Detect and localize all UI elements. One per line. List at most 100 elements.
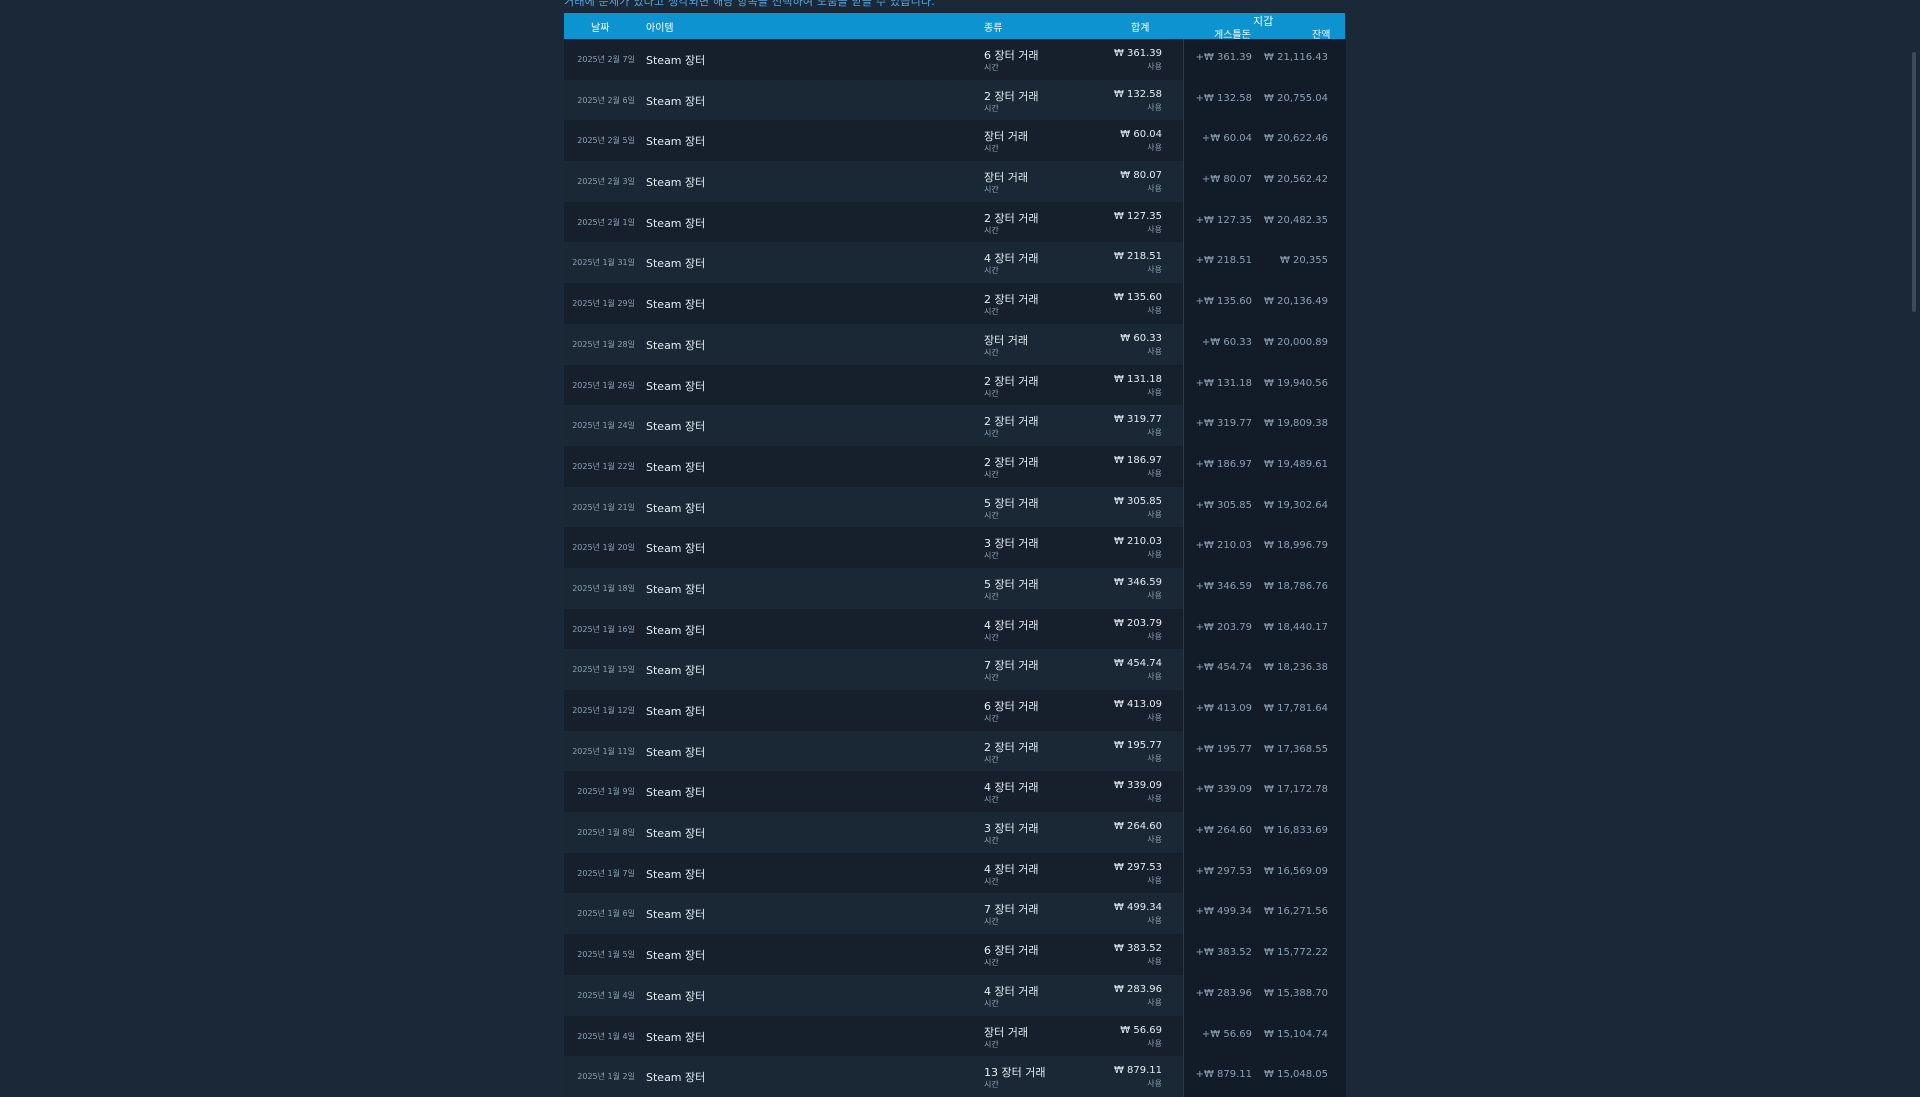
row-total-sub: 사용 <box>1147 224 1162 234</box>
row-wallet-change: +₩ 60.04 <box>1201 133 1252 145</box>
table-row[interactable]: 2025년 1월 21일 Steam 장터 5 장터 거래 시간 ₩ 305.85 사용 +… <box>564 486 1346 528</box>
row-wallet-balance: ₩ 15,048.05 <box>1264 1069 1328 1081</box>
row-wallet-balance: ₩ 19,809.38 <box>1264 418 1328 430</box>
table-row[interactable]: 2025년 1월 18일 Steam 장터 5 장터 거래 시간 ₩ 346.59 사용 +… <box>564 567 1346 609</box>
row-total-sub: 사용 <box>1147 957 1162 967</box>
table-row[interactable]: 2025년 1월 24일 Steam 장터 2 장터 거래 시간 ₩ 319.77 사용 +… <box>564 405 1346 446</box>
row-total: ₩ 203.79 <box>1113 617 1162 629</box>
row-total-sub: 사용 <box>1147 387 1162 397</box>
row-item-name: Steam 장터 <box>646 542 706 556</box>
table-row[interactable]: 2025년 2월 3일 Steam 장터 장터 거래 시간 ₩ 80.07 사용 +₩ 80… <box>564 161 1346 202</box>
row-wallet-balance: ₩ 20,482.35 <box>1264 214 1328 226</box>
table-row[interactable]: 2025년 2월 7일 Steam 장터 6 장터 거래 시간 ₩ 361.39 사용 +₩… <box>564 39 1346 80</box>
row-type-sub: 시간 <box>984 103 999 113</box>
table-row[interactable]: 2025년 2월 5일 Steam 장터 장터 거래 시간 ₩ 60.04 사용 +₩ 60… <box>564 120 1346 162</box>
row-total-sub: 사용 <box>1147 550 1162 560</box>
row-wallet-balance: ₩ 15,772.22 <box>1264 947 1328 959</box>
row-total: ₩ 264.60 <box>1113 821 1162 833</box>
row-type-sub: 시간 <box>984 266 999 276</box>
row-total: ₩ 186.97 <box>1113 454 1162 466</box>
table-row[interactable]: 2025년 1월 8일 Steam 장터 3 장터 거래 시간 ₩ 264.60 사용 +₩… <box>564 812 1346 853</box>
row-type-sub: 시간 <box>984 958 999 968</box>
row-type: 13 장터 거래 <box>984 1066 1046 1080</box>
table-row[interactable]: 2025년 1월 16일 Steam 장터 4 장터 거래 시간 ₩ 203.79 사용 +… <box>564 608 1346 650</box>
row-wallet-balance: ₩ 18,996.79 <box>1264 540 1328 552</box>
row-type: 4 장터 거래 <box>984 252 1039 266</box>
row-total-sub: 사용 <box>1147 306 1162 316</box>
header-wallet: 지갑 <box>1253 15 1274 28</box>
table-row[interactable]: 2025년 1월 15일 Steam 장터 7 장터 거래 시간 ₩ 454.74 사용 +… <box>564 649 1346 690</box>
row-type: 4 장터 거래 <box>984 862 1039 876</box>
row-wallet-change: +₩ 297.53 <box>1195 865 1252 877</box>
table-row[interactable]: 2025년 1월 9일 Steam 장터 4 장터 거래 시간 ₩ 339.09 사용 +₩… <box>564 771 1346 813</box>
table-row[interactable]: 2025년 1월 28일 Steam 장터 장터 거래 시간 ₩ 60.33 사용 +₩ 6… <box>564 323 1346 365</box>
table-header: 날짜 아이템 종류 합계 지갑 게스틀돈 잔액 <box>564 13 1345 41</box>
row-wallet-change: +₩ 127.35 <box>1195 214 1252 226</box>
row-wallet-balance: ₩ 16,271.56 <box>1264 906 1328 918</box>
row-date: 2025년 2월 5일 <box>577 136 635 146</box>
row-total: ₩ 195.77 <box>1113 739 1162 751</box>
row-type: 4 장터 거래 <box>984 618 1039 632</box>
row-type: 2 장터 거래 <box>984 211 1039 225</box>
row-item-name: Steam 장터 <box>646 705 706 718</box>
row-type: 5 장터 거래 <box>984 496 1039 510</box>
row-type: 장터 거래 <box>984 333 1028 347</box>
table-row[interactable]: 2025년 1월 22일 Steam 장터 2 장터 거래 시간 ₩ 186.97 사용 +… <box>564 445 1346 487</box>
row-item-name: Steam 장터 <box>646 1030 706 1044</box>
table-row[interactable]: 2025년 1월 26일 Steam 장터 2 장터 거래 시간 ₩ 131.18 사용 +… <box>564 364 1346 406</box>
row-type-sub: 시간 <box>984 347 999 357</box>
row-total: ₩ 297.53 <box>1113 861 1162 873</box>
table-row[interactable]: 2025년 1월 5일 Steam 장터 6 장터 거래 시간 ₩ 383.52 사용 +₩… <box>564 934 1346 975</box>
row-total-sub: 사용 <box>1147 835 1162 845</box>
row-item-name: Steam 장터 <box>646 623 706 637</box>
row-wallet-change: +₩ 879.11 <box>1195 1069 1252 1081</box>
purchase-history-table: 날짜 아이템 종류 합계 지갑 게스틀돈 잔액 2025년 2월 7일 Steam… <box>564 13 1346 1097</box>
row-type: 5 장터 거래 <box>984 577 1039 591</box>
row-total: ₩ 131.18 <box>1113 373 1162 385</box>
row-wallet-balance: ₩ 19,489.61 <box>1264 458 1328 470</box>
row-type-sub: 시간 <box>984 510 999 520</box>
table-row[interactable]: 2025년 1월 29일 Steam 장터 2 장터 거래 시간 ₩ 135.60 사용 +… <box>564 283 1346 324</box>
row-wallet-change: +₩ 60.33 <box>1201 336 1252 348</box>
row-item-name: Steam 장터 <box>646 257 706 271</box>
table-row[interactable]: 2025년 1월 4일 Steam 장터 장터 거래 시간 ₩ 56.69 사용 +₩ 56… <box>564 1015 1346 1057</box>
row-item-name: Steam 장터 <box>646 460 706 474</box>
row-date: 2025년 1월 20일 <box>572 543 635 553</box>
table-row[interactable]: 2025년 1월 11일 Steam 장터 2 장터 거래 시간 ₩ 195.77 사용 +… <box>564 730 1346 772</box>
row-total-sub: 사용 <box>1147 916 1162 926</box>
row-date: 2025년 1월 16일 <box>572 624 635 634</box>
table-row[interactable]: 2025년 1월 2일 Steam 장터 13 장터 거래 시간 ₩ 879.11 사용 +… <box>564 1056 1346 1097</box>
page-scrollbar[interactable] <box>1912 52 1916 312</box>
row-item-name: Steam 장터 <box>646 135 706 149</box>
table-row[interactable]: 2025년 1월 6일 Steam 장터 7 장터 거래 시간 ₩ 499.34 사용 +₩… <box>564 893 1346 935</box>
row-wallet-change: +₩ 56.69 <box>1201 1028 1252 1040</box>
header-date[interactable]: 날짜 <box>591 19 609 34</box>
row-wallet-change: +₩ 132.58 <box>1195 92 1252 104</box>
table-row[interactable]: 2025년 1월 7일 Steam 장터 4 장터 거래 시간 ₩ 297.53 사용 +₩… <box>564 852 1346 894</box>
row-total: ₩ 283.96 <box>1113 983 1162 995</box>
row-total: ₩ 60.33 <box>1120 332 1162 344</box>
row-type: 2 장터 거래 <box>984 89 1039 103</box>
row-total-sub: 사용 <box>1147 875 1162 885</box>
row-wallet-change: +₩ 131.18 <box>1195 377 1252 389</box>
row-type-sub: 시간 <box>984 388 999 398</box>
table-row[interactable]: 2025년 1월 12일 Steam 장터 6 장터 거래 시간 ₩ 413.09 사용 +… <box>564 690 1346 731</box>
table-row[interactable]: 2025년 2월 1일 Steam 장터 2 장터 거래 시간 ₩ 127.35 사용 +₩… <box>564 201 1346 243</box>
row-type-sub: 시간 <box>984 63 999 72</box>
row-total-sub: 사용 <box>1147 753 1162 763</box>
row-date: 2025년 1월 11일 <box>572 746 635 756</box>
row-type: 장터 거래 <box>984 171 1028 185</box>
table-row[interactable]: 2025년 1월 20일 Steam 장터 3 장터 거래 시간 ₩ 210.03 사용 +… <box>564 527 1346 568</box>
row-item-name: Steam 장터 <box>646 745 706 759</box>
table-row[interactable]: 2025년 1월 31일 Steam 장터 4 장터 거래 시간 ₩ 218.51 사용 +… <box>564 242 1346 284</box>
row-item-name: Steam 장터 <box>646 867 706 881</box>
table-row[interactable]: 2025년 1월 4일 Steam 장터 4 장터 거래 시간 ₩ 283.96 사용 +₩… <box>564 974 1346 1016</box>
row-wallet-change: +₩ 210.03 <box>1195 540 1252 552</box>
row-date: 2025년 1월 28일 <box>572 339 635 349</box>
table-row[interactable]: 2025년 2월 6일 Steam 장터 2 장터 거래 시간 ₩ 132.58 사용 +₩… <box>564 79 1346 121</box>
row-wallet-change: +₩ 264.60 <box>1195 825 1252 837</box>
row-total-sub: 사용 <box>1147 143 1162 153</box>
row-type-sub: 시간 <box>984 998 999 1008</box>
row-total: ₩ 210.03 <box>1113 536 1162 548</box>
row-total-sub: 사용 <box>1147 184 1162 194</box>
